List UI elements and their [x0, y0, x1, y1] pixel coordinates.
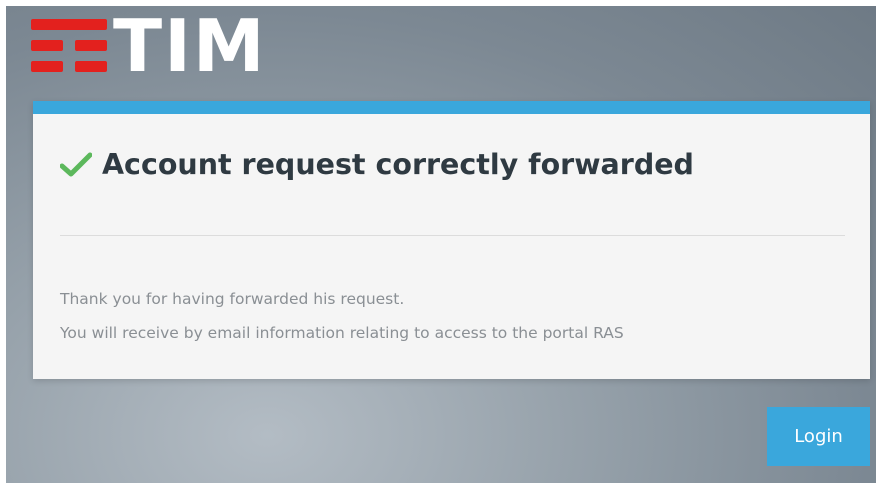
tim-logo-icon	[31, 16, 107, 80]
check-icon	[60, 152, 92, 176]
divider	[60, 235, 845, 236]
login-button[interactable]: Login	[767, 407, 870, 466]
brand-name: TIM	[113, 4, 267, 88]
page-title: Account request correctly forwarded	[102, 148, 694, 181]
message-line-2: You will receive by email information re…	[60, 324, 624, 342]
brand-logo: TIM	[31, 4, 267, 88]
card-title: Account request correctly forwarded	[60, 148, 694, 181]
message-line-1: Thank you for having forwarded his reque…	[60, 290, 405, 308]
confirmation-card: Account request correctly forwarded Than…	[33, 101, 870, 379]
